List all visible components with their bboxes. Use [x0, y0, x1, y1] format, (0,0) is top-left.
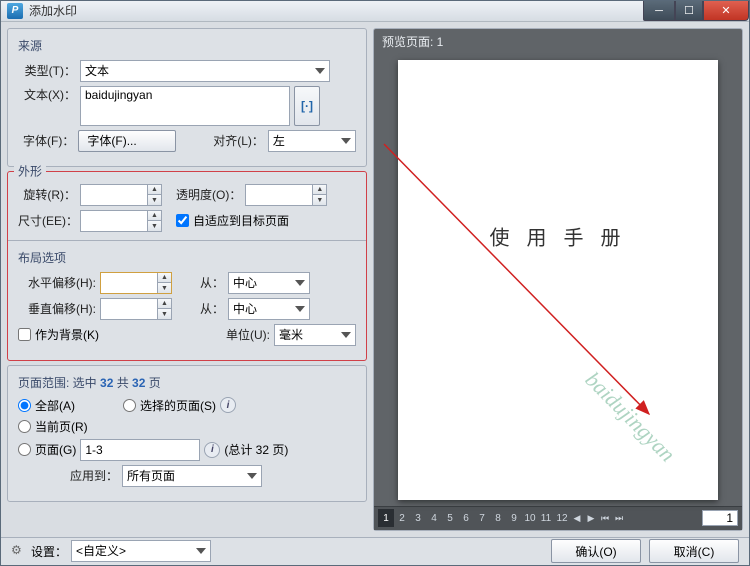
- group-source-title: 来源: [18, 37, 356, 54]
- group-appearance-title: 外形: [14, 162, 46, 179]
- pager-first-icon[interactable]: ⏮: [598, 509, 612, 527]
- group-appearance: 外形 旋转(R)： 45▲▼ 透明度(O)： 30%▲▼ 尺寸(EE)： 50%…: [7, 171, 367, 361]
- window-title: 添加水印: [29, 2, 77, 19]
- page-number-input[interactable]: [702, 510, 738, 526]
- app-icon: P: [7, 3, 23, 19]
- watermark-text: baidujingyan: [580, 367, 680, 467]
- pager-next-icon[interactable]: ▶: [584, 509, 598, 527]
- radio-selected[interactable]: 选择的页面(S): [123, 397, 216, 414]
- thumb-page[interactable]: 11: [538, 509, 554, 527]
- autofit-check-input[interactable]: [176, 214, 189, 227]
- group-pagerange: 页面范围: 选中 32 共 32 页 全部(A) 选择的页面(S) i 当前页(…: [7, 365, 367, 502]
- opacity-spinner[interactable]: 30%▲▼: [245, 184, 327, 206]
- titlebar: P 添加水印 ─ ☐ ✕: [1, 1, 749, 22]
- pagerange-title: 页面范围: 选中 32 共 32 页: [18, 374, 356, 391]
- gear-icon: ⚙: [11, 543, 27, 559]
- as-background-checkbox[interactable]: 作为背景(K): [18, 326, 99, 343]
- page-thumbnails-bar: 1 2 3 4 5 6 7 8 9 10 11 12 ◀ ▶ ⏮ ⏭: [374, 506, 742, 530]
- dialog-window: P 添加水印 ─ ☐ ✕ 来源 类型(T)： 文本 文本(X)： baiduji…: [0, 0, 750, 566]
- hoffset-spinner[interactable]: 50 mm▲▼: [100, 272, 172, 294]
- thumb-page[interactable]: 4: [426, 509, 442, 527]
- cancel-button[interactable]: 取消(C): [649, 539, 739, 563]
- pages-input[interactable]: [80, 439, 200, 461]
- group-layout-title: 布局选项: [18, 249, 356, 266]
- autofit-checkbox[interactable]: 自适应到目标页面: [176, 212, 289, 229]
- thumb-page[interactable]: 7: [474, 509, 490, 527]
- from2-label: 从：: [176, 300, 224, 317]
- minimize-button[interactable]: ─: [643, 1, 675, 21]
- thumb-page[interactable]: 1: [378, 509, 394, 527]
- unit-select[interactable]: 毫米: [274, 324, 356, 346]
- radio-all[interactable]: 全部(A): [18, 397, 75, 414]
- ok-button[interactable]: 确认(O): [551, 539, 641, 563]
- settings-preset-select[interactable]: <自定义>: [71, 540, 211, 562]
- info-icon[interactable]: i: [220, 397, 236, 413]
- preview-title: 预览页面: 1: [374, 29, 742, 54]
- settings-label: 设置：: [31, 543, 67, 560]
- from2-select[interactable]: 中心: [228, 298, 310, 320]
- from1-label: 从：: [176, 274, 224, 291]
- size-label: 尺寸(EE)：: [18, 212, 76, 229]
- unit-label: 单位(U):: [226, 326, 270, 343]
- type-label: 类型(T)：: [18, 62, 76, 79]
- info-icon-2[interactable]: i: [204, 442, 220, 458]
- radio-pages[interactable]: 页面(G): [18, 441, 76, 458]
- hoffset-label: 水平偏移(H):: [18, 274, 96, 291]
- page-body-text: 使 用 手 册: [490, 221, 627, 250]
- footer: ⚙ 设置： <自定义> 确认(O) 取消(C): [1, 537, 749, 565]
- thumb-page[interactable]: 9: [506, 509, 522, 527]
- font-button[interactable]: 字体(F)...: [78, 130, 176, 152]
- preview-panel: 预览页面: 1 使 用 手 册 baidujingyan 1 2 3 4 5 6…: [373, 28, 743, 531]
- align-select[interactable]: 左: [268, 130, 356, 152]
- thumb-page[interactable]: 12: [554, 509, 570, 527]
- insert-field-button[interactable]: [·]: [294, 86, 320, 126]
- thumb-page[interactable]: 6: [458, 509, 474, 527]
- from1-select[interactable]: 中心: [228, 272, 310, 294]
- text-input[interactable]: baidujingyan: [80, 86, 290, 126]
- radio-current[interactable]: 当前页(R): [18, 418, 88, 435]
- thumb-page[interactable]: 5: [442, 509, 458, 527]
- preview-area: 使 用 手 册 baidujingyan: [374, 54, 742, 506]
- group-source: 来源 类型(T)： 文本 文本(X)： baidujingyan [·] 字体(…: [7, 28, 367, 167]
- left-column: 来源 类型(T)： 文本 文本(X)： baidujingyan [·] 字体(…: [7, 28, 367, 531]
- maximize-button[interactable]: ☐: [675, 1, 703, 21]
- voffset-spinner[interactable]: -100 mm▲▼: [100, 298, 172, 320]
- align-label: 对齐(L)：: [213, 132, 264, 149]
- close-button[interactable]: ✕: [703, 1, 749, 21]
- applyto-select[interactable]: 所有页面: [122, 465, 262, 487]
- text-label: 文本(X)：: [18, 86, 76, 103]
- thumb-page[interactable]: 2: [394, 509, 410, 527]
- size-spinner[interactable]: 50%▲▼: [80, 210, 162, 232]
- as-background-check-input[interactable]: [18, 328, 31, 341]
- rotate-label: 旋转(R)：: [18, 186, 76, 203]
- thumb-page[interactable]: 3: [410, 509, 426, 527]
- preview-page: 使 用 手 册 baidujingyan: [398, 60, 718, 500]
- pager-prev-icon[interactable]: ◀: [570, 509, 584, 527]
- thumb-page[interactable]: 8: [490, 509, 506, 527]
- window-controls: ─ ☐ ✕: [643, 1, 749, 21]
- pages-total: (总计 32 页): [224, 441, 288, 458]
- type-select[interactable]: 文本: [80, 60, 330, 82]
- rotate-spinner[interactable]: 45▲▼: [80, 184, 162, 206]
- thumb-page[interactable]: 10: [522, 509, 538, 527]
- content-area: 来源 类型(T)： 文本 文本(X)： baidujingyan [·] 字体(…: [1, 22, 749, 537]
- pager-last-icon[interactable]: ⏭: [612, 509, 626, 527]
- voffset-label: 垂直偏移(H):: [18, 300, 96, 317]
- opacity-label: 透明度(O)：: [176, 186, 241, 203]
- applyto-label: 应用到：: [18, 467, 118, 484]
- font-label: 字体(F)：: [18, 132, 74, 149]
